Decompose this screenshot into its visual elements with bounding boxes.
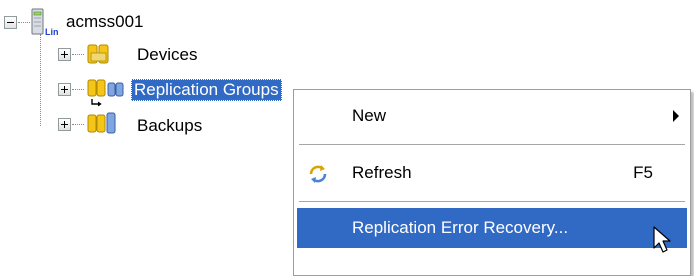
menu-separator <box>299 201 685 202</box>
expand-toggle-backups[interactable] <box>58 118 71 131</box>
tree-connector <box>72 89 84 90</box>
expand-toggle-replication-groups[interactable] <box>58 83 71 96</box>
menu-item-replication-error-recovery-label: Replication Error Recovery... <box>352 218 569 237</box>
collapse-toggle-root[interactable] <box>4 16 17 29</box>
menu-item-refresh-shortcut: F5 <box>633 163 653 182</box>
menu-separator <box>299 144 685 145</box>
tree-connector <box>72 54 84 55</box>
backups-icon <box>86 111 126 142</box>
tree-node-backups-label[interactable]: Backups <box>134 115 205 137</box>
tree-connector <box>18 22 30 23</box>
tree-connector <box>40 34 41 126</box>
lin-subscript: Lin <box>45 27 59 37</box>
menu-item-new[interactable]: New <box>297 96 687 136</box>
linux-server-icon <box>30 8 46 41</box>
context-menu: New Refresh F5 Replication Error Recover… <box>293 89 691 276</box>
tree-node-root-label[interactable]: acmss001 <box>63 11 146 33</box>
replication-groups-icon <box>86 77 126 112</box>
devices-folder-icon <box>86 42 112 71</box>
menu-item-refresh[interactable]: Refresh F5 <box>297 153 687 193</box>
expand-toggle-devices[interactable] <box>58 48 71 61</box>
refresh-icon <box>307 163 329 190</box>
tree-connector <box>72 124 84 125</box>
menu-item-replication-error-recovery[interactable]: Replication Error Recovery... <box>297 208 687 248</box>
menu-item-refresh-label: Refresh <box>352 163 412 182</box>
tree-node-devices-label[interactable]: Devices <box>134 44 200 66</box>
mouse-pointer-icon <box>652 226 676 259</box>
menu-item-new-label: New <box>352 106 387 125</box>
submenu-arrow-icon <box>673 110 679 122</box>
tree-node-replication-groups-label[interactable]: Replication Groups <box>131 79 282 101</box>
